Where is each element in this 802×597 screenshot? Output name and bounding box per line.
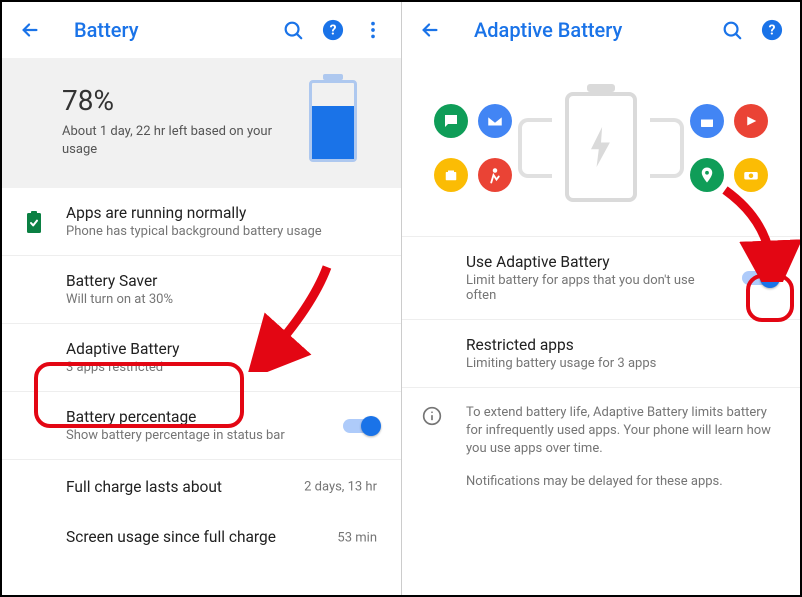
adaptive-battery-screen: Adaptive Battery ?: [401, 2, 800, 595]
app-bubble-icon: [690, 104, 724, 138]
use-adaptive-row[interactable]: Use Adaptive Battery Limit battery for a…: [402, 237, 800, 320]
app-bubble-icon: [434, 104, 468, 138]
full-charge-row[interactable]: Full charge lasts about 2 days, 13 hr: [2, 460, 401, 514]
app-bubble-icon: [690, 158, 724, 192]
svg-text:?: ?: [330, 23, 337, 39]
back-button[interactable]: [10, 10, 50, 50]
adaptive-battery-row[interactable]: Adaptive Battery 3 apps restricted: [2, 324, 401, 392]
app-bar: Battery ?: [2, 2, 401, 58]
search-icon: [721, 19, 743, 41]
svg-text:?: ?: [769, 23, 776, 39]
search-button[interactable]: [712, 10, 752, 50]
row-subtitle: Limiting battery usage for 3 apps: [466, 356, 776, 371]
row-subtitle: Phone has typical background battery usa…: [66, 224, 377, 239]
battery-status-hero[interactable]: 78% About 1 day, 22 hr left based on you…: [2, 58, 401, 188]
battery-estimate: About 1 day, 22 hr left based on your us…: [62, 123, 282, 158]
back-arrow-icon: [19, 19, 41, 41]
info-note: To extend battery life, Adaptive Battery…: [402, 388, 800, 507]
row-value: 2 days, 13 hr: [304, 480, 377, 495]
battery-ok-icon: [22, 210, 46, 234]
back-button[interactable]: [410, 10, 450, 50]
help-button[interactable]: ?: [313, 10, 353, 50]
row-title: Adaptive Battery: [66, 340, 377, 358]
search-button[interactable]: [273, 10, 313, 50]
row-title: Battery Saver: [66, 272, 377, 290]
hero-text: 78% About 1 day, 22 hr left based on you…: [62, 84, 309, 158]
battery-percentage-row[interactable]: Battery percentage Show battery percenta…: [2, 392, 401, 460]
battery-outline-icon: [565, 92, 637, 202]
apps-running-row[interactable]: Apps are running normally Phone has typi…: [2, 188, 401, 256]
battery-percent: 78%: [62, 84, 309, 117]
app-bubble-icon: [478, 104, 512, 138]
use-adaptive-toggle[interactable]: [742, 268, 778, 288]
help-icon: ?: [761, 19, 783, 41]
overflow-button[interactable]: [353, 10, 393, 50]
battery-icon: [309, 80, 357, 162]
battery-saver-row[interactable]: Battery Saver Will turn on at 30%: [2, 256, 401, 324]
restricted-apps-row[interactable]: Restricted apps Limiting battery usage f…: [402, 320, 800, 388]
screen-usage-row[interactable]: Screen usage since full charge 53 min: [2, 514, 401, 562]
help-icon: ?: [322, 19, 344, 41]
row-title: Restricted apps: [466, 336, 776, 354]
info-icon: [422, 406, 442, 426]
app-bubble-icon: [434, 158, 468, 192]
search-icon: [282, 19, 304, 41]
row-subtitle: Will turn on at 30%: [66, 292, 377, 307]
more-vert-icon: [362, 19, 384, 41]
row-title: Apps are running normally: [66, 204, 377, 222]
app-bubble-icon: [478, 158, 512, 192]
row-title: Use Adaptive Battery: [466, 253, 728, 271]
row-subtitle: Show battery percentage in status bar: [66, 428, 377, 443]
info-text: To extend battery life, Adaptive Battery…: [466, 404, 776, 459]
row-title: Screen usage since full charge: [66, 528, 377, 546]
battery-percentage-toggle[interactable]: [343, 416, 379, 436]
adaptive-illustration: [402, 58, 800, 236]
page-title: Adaptive Battery: [474, 18, 712, 42]
info-text: Notifications may be delayed for these a…: [466, 473, 776, 491]
battery-fill: [312, 106, 354, 159]
page-title: Battery: [74, 18, 273, 42]
row-subtitle: Limit battery for apps that you don't us…: [466, 273, 728, 303]
row-value: 53 min: [337, 531, 377, 546]
app-bubble-icon: [734, 104, 768, 138]
back-arrow-icon: [419, 19, 441, 41]
help-button[interactable]: ?: [752, 10, 792, 50]
battery-screen: Battery ? 78% About 1 day, 22 hr left ba…: [2, 2, 401, 595]
row-subtitle: 3 apps restricted: [66, 360, 377, 375]
app-bubble-icon: [734, 158, 768, 192]
app-bar: Adaptive Battery ?: [402, 2, 800, 58]
row-title: Battery percentage: [66, 408, 377, 426]
bolt-icon: [587, 127, 615, 167]
